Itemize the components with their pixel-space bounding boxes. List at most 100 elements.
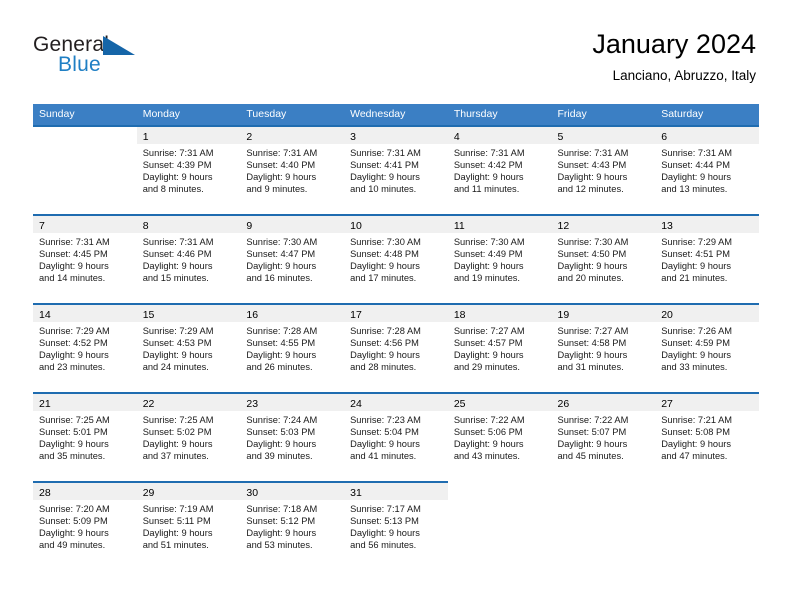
daylight-text-line2: and 16 minutes.	[246, 273, 313, 284]
day-cell[interactable]: 1 Sunrise: 7:31 AM Sunset: 4:39 PM Daylight…	[136, 127, 241, 214]
calendar-week-row: 7 Sunrise: 7:31 AM Sunset: 4:45 PM Daylight…	[33, 214, 759, 303]
day-number-band: 20	[655, 305, 759, 322]
day-cell[interactable]: 28 Sunrise: 7:20 AM Sunset: 5:09 PM Dayligh…	[33, 483, 137, 570]
day-number-band: 10	[344, 216, 448, 233]
day-sun-info: Sunrise: 7:30 AM Sunset: 4:50 PM Daylight:…	[552, 233, 656, 303]
day-cell[interactable]: 22 Sunrise: 7:25 AM Sunset: 5:02 PM Dayligh…	[136, 394, 241, 481]
day-cell[interactable]: 25 Sunrise: 7:22 AM Sunset: 5:06 PM Dayligh…	[447, 394, 552, 481]
daylight-text-line1: Daylight: 9 hours	[246, 528, 317, 539]
daylight-text-line1: Daylight: 9 hours	[453, 261, 524, 272]
day-cell[interactable]: 14 Sunrise: 7:29 AM Sunset: 4:52 PM Dayligh…	[33, 305, 137, 392]
daylight-text-line1: Daylight: 9 hours	[661, 350, 731, 361]
day-cell[interactable]: 26 Sunrise: 7:22 AM Sunset: 5:07 PM Dayligh…	[551, 394, 656, 481]
daylight-text-line1: Daylight: 9 hours	[142, 350, 213, 361]
day-cell[interactable]: 24 Sunrise: 7:23 AM Sunset: 5:04 PM Dayligh…	[344, 394, 448, 481]
daylight-text-line1: Daylight: 9 hours	[453, 172, 524, 183]
sunset-text: Sunset: 5:04 PM	[350, 427, 419, 438]
day-sun-info: Sunrise: 7:24 AM Sunset: 5:03 PM Daylight:…	[240, 411, 344, 481]
day-cell[interactable]: 19 Sunrise: 7:27 AM Sunset: 4:58 PM Dayligh…	[551, 305, 656, 392]
daylight-text-line2: and 14 minutes.	[39, 273, 106, 284]
day-cell[interactable]: 9 Sunrise: 7:30 AM Sunset: 4:47 PM Daylight…	[240, 216, 345, 303]
daylight-text-line2: and 29 minutes.	[453, 362, 520, 373]
day-number: 31	[350, 487, 362, 499]
daylight-text-line1: Daylight: 9 hours	[350, 172, 420, 183]
day-cell[interactable]: 8 Sunrise: 7:31 AM Sunset: 4:46 PM Daylight…	[136, 216, 241, 303]
daylight-text-line2: and 26 minutes.	[246, 362, 313, 373]
day-cell[interactable]: 20 Sunrise: 7:26 AM Sunset: 4:59 PM Dayligh…	[655, 305, 759, 392]
day-number: 18	[453, 309, 466, 321]
daylight-text-line2: and 21 minutes.	[661, 273, 728, 284]
daylight-text-line2: and 51 minutes.	[142, 540, 209, 551]
daylight-text-line1: Daylight: 9 hours	[142, 261, 213, 272]
daylight-text-line2: and 19 minutes.	[453, 273, 520, 284]
day-sun-info: Sunrise: 7:31 AM Sunset: 4:44 PM Daylight:…	[655, 144, 759, 214]
sunset-text: Sunset: 4:55 PM	[246, 338, 316, 349]
page-subtitle: Lanciano, Abruzzo, Italy	[612, 68, 756, 83]
sunrise-text: Sunrise: 7:29 AM	[142, 326, 214, 336]
sunrise-text: Sunrise: 7:20 AM	[39, 504, 110, 514]
calendar-page: General Blue January 2024 Lanciano, Abru…	[0, 0, 792, 612]
day-cell[interactable]: 15 Sunrise: 7:29 AM Sunset: 4:53 PM Dayligh…	[136, 305, 241, 392]
day-sun-info: Sunrise: 7:31 AM Sunset: 4:39 PM Daylight:…	[137, 144, 241, 214]
weekday-header-thursday: Thursday	[453, 108, 498, 120]
day-sun-info: Sunrise: 7:19 AM Sunset: 5:11 PM Daylight:…	[137, 500, 241, 570]
day-cell-empty	[33, 127, 137, 214]
sunrise-text: Sunrise: 7:17 AM	[350, 504, 421, 514]
calendar-weeks: 1 Sunrise: 7:31 AM Sunset: 4:39 PM Daylight…	[33, 125, 759, 570]
day-cell[interactable]: 23 Sunrise: 7:24 AM Sunset: 5:03 PM Dayligh…	[240, 394, 345, 481]
day-sun-info: Sunrise: 7:31 AM Sunset: 4:40 PM Daylight:…	[240, 144, 344, 214]
day-cell[interactable]: 17 Sunrise: 7:28 AM Sunset: 4:56 PM Dayligh…	[344, 305, 448, 392]
day-cell[interactable]: 21 Sunrise: 7:25 AM Sunset: 5:01 PM Dayligh…	[33, 394, 137, 481]
day-cell[interactable]: 27 Sunrise: 7:21 AM Sunset: 5:08 PM Dayligh…	[655, 394, 759, 481]
day-cell[interactable]: 31 Sunrise: 7:17 AM Sunset: 5:13 PM Dayligh…	[344, 483, 448, 570]
day-sun-info: Sunrise: 7:31 AM Sunset: 4:45 PM Daylight:…	[33, 233, 137, 303]
day-cell[interactable]: 11 Sunrise: 7:30 AM Sunset: 4:49 PM Dayligh…	[447, 216, 552, 303]
sunset-text: Sunset: 4:57 PM	[453, 338, 523, 349]
sunset-text: Sunset: 4:39 PM	[142, 160, 212, 171]
day-number-band: 29	[136, 483, 241, 500]
sunset-text: Sunset: 4:44 PM	[661, 160, 730, 171]
day-cell[interactable]: 29 Sunrise: 7:19 AM Sunset: 5:11 PM Dayligh…	[136, 483, 241, 570]
day-cell[interactable]: 18 Sunrise: 7:27 AM Sunset: 4:57 PM Dayligh…	[447, 305, 552, 392]
day-number-band: 6	[655, 127, 759, 144]
day-number-band: 4	[447, 127, 552, 144]
calendar-week-row: 14 Sunrise: 7:29 AM Sunset: 4:52 PM Dayligh…	[33, 303, 759, 392]
day-cell[interactable]: 4 Sunrise: 7:31 AM Sunset: 4:42 PM Daylight…	[447, 127, 552, 214]
day-cell[interactable]: 16 Sunrise: 7:28 AM Sunset: 4:55 PM Dayligh…	[240, 305, 345, 392]
day-number: 10	[350, 220, 362, 232]
daylight-text-line1: Daylight: 9 hours	[246, 350, 317, 361]
sunrise-text: Sunrise: 7:28 AM	[246, 326, 318, 336]
sunrise-text: Sunrise: 7:19 AM	[142, 504, 214, 514]
day-number: 26	[557, 398, 570, 410]
day-sun-info	[552, 500, 656, 570]
day-number: 20	[661, 309, 673, 321]
day-cell[interactable]: 30 Sunrise: 7:18 AM Sunset: 5:12 PM Dayligh…	[240, 483, 345, 570]
sunrise-text: Sunrise: 7:18 AM	[246, 504, 318, 514]
day-cell[interactable]: 13 Sunrise: 7:29 AM Sunset: 4:51 PM Dayligh…	[655, 216, 759, 303]
calendar-week-row: 28 Sunrise: 7:20 AM Sunset: 5:09 PM Dayligh…	[33, 481, 759, 570]
day-number: 28	[39, 487, 51, 499]
daylight-text-line1: Daylight: 9 hours	[246, 261, 317, 272]
day-cell[interactable]: 12 Sunrise: 7:30 AM Sunset: 4:50 PM Dayligh…	[551, 216, 656, 303]
sunset-text: Sunset: 5:11 PM	[142, 516, 211, 527]
sunrise-text: Sunrise: 7:31 AM	[557, 148, 629, 158]
day-cell[interactable]: 5 Sunrise: 7:31 AM Sunset: 4:43 PM Daylight…	[551, 127, 656, 214]
daylight-text-line1: Daylight: 9 hours	[453, 439, 524, 450]
day-cell[interactable]: 2 Sunrise: 7:31 AM Sunset: 4:40 PM Daylight…	[240, 127, 345, 214]
daylight-text-line1: Daylight: 9 hours	[350, 350, 420, 361]
day-cell[interactable]: 6 Sunrise: 7:31 AM Sunset: 4:44 PM Daylight…	[655, 127, 759, 214]
sunrise-text: Sunrise: 7:27 AM	[453, 326, 525, 336]
sunrise-text: Sunrise: 7:28 AM	[350, 326, 421, 336]
sunrise-text: Sunrise: 7:30 AM	[557, 237, 629, 247]
title-block: January 2024 Lanciano, Abruzzo, Italy	[592, 28, 756, 85]
day-cell[interactable]: 7 Sunrise: 7:31 AM Sunset: 4:45 PM Daylight…	[33, 216, 137, 303]
week-days: 1 Sunrise: 7:31 AM Sunset: 4:39 PM Daylight…	[33, 127, 759, 214]
day-cell[interactable]: 10 Sunrise: 7:30 AM Sunset: 4:48 PM Dayligh…	[344, 216, 448, 303]
sunset-text: Sunset: 4:51 PM	[661, 249, 730, 260]
brand-logo[interactable]: General Blue	[33, 33, 233, 85]
page-header: General Blue January 2024 Lanciano, Abru…	[0, 0, 792, 104]
day-cell[interactable]: 3 Sunrise: 7:31 AM Sunset: 4:41 PM Daylight…	[344, 127, 448, 214]
day-sun-info	[33, 144, 137, 214]
sunset-text: Sunset: 4:43 PM	[557, 160, 627, 171]
day-sun-info	[448, 500, 552, 570]
